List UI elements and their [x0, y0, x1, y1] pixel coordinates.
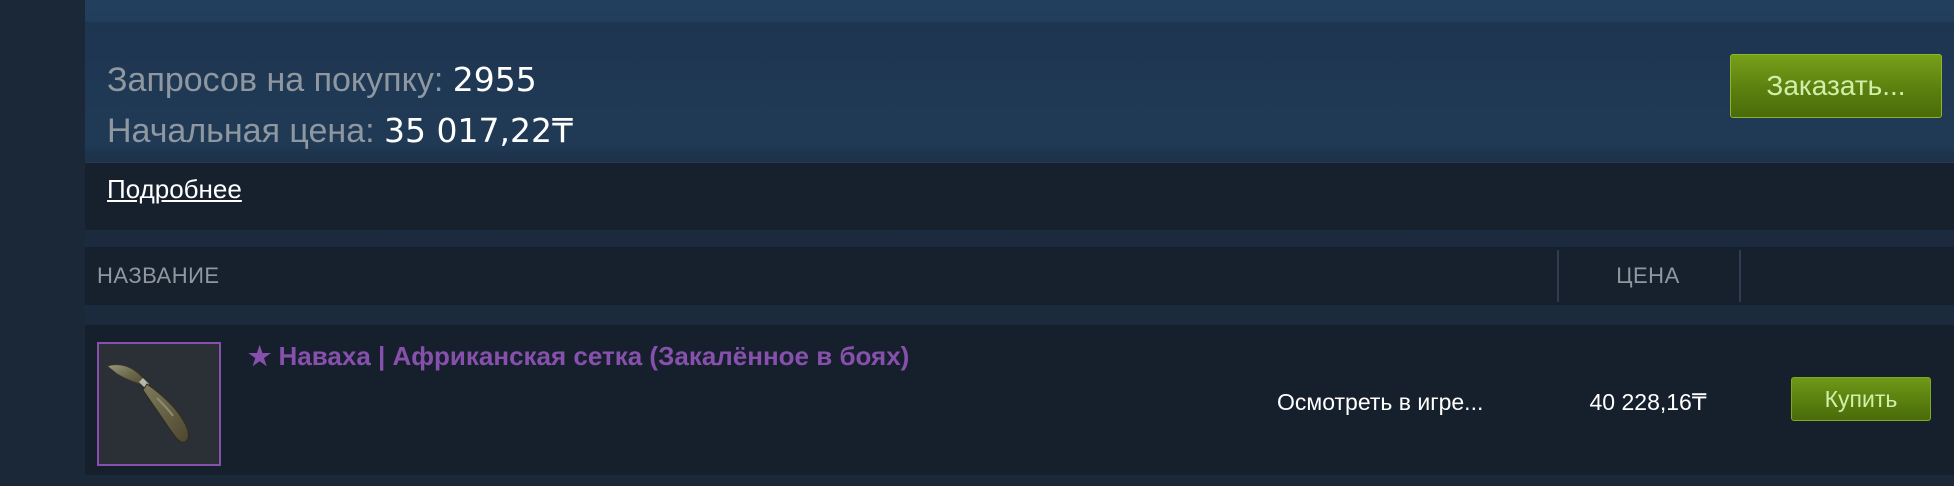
- column-separator: [1739, 250, 1741, 302]
- buy-order-panel: Запросов на покупку: 2955 Начальная цена…: [85, 22, 1954, 230]
- start-price-value: 35 017,22₸: [384, 111, 573, 150]
- inspect-in-game-link[interactable]: Осмотреть в игре...: [1277, 389, 1483, 416]
- buy-requests-count: 2955: [452, 60, 537, 99]
- table-row: ★ Наваха | Африканская сетка (Закалённое…: [85, 325, 1954, 475]
- navaja-knife-icon[interactable]: [97, 342, 221, 466]
- more-details-link[interactable]: Подробнее: [107, 174, 242, 205]
- column-header-name: НАЗВАНИЕ: [97, 263, 220, 288]
- start-price-label: Начальная цена:: [107, 112, 385, 150]
- listing-price: 40 228,16₸: [1589, 389, 1707, 415]
- place-buy-order-button[interactable]: Заказать...: [1730, 54, 1942, 118]
- buy-requests-label: Запросов на покупку:: [107, 61, 453, 99]
- listings-table-header: НАЗВАНИЕ ЦЕНА: [85, 247, 1954, 305]
- start-price-line: Начальная цена: 35 017,22₸: [107, 111, 573, 151]
- buy-order-panel-footer: [85, 163, 1954, 230]
- buy-order-divider: [85, 162, 1954, 163]
- market-page: Запросов на покупку: 2955 Начальная цена…: [0, 0, 1954, 486]
- left-margin: [0, 0, 85, 486]
- buy-button[interactable]: Купить: [1791, 377, 1931, 421]
- buy-requests-line: Запросов на покупку: 2955: [107, 60, 537, 100]
- column-header-price: ЦЕНА: [1616, 263, 1680, 288]
- item-name-link[interactable]: ★ Наваха | Африканская сетка (Закалённое…: [248, 341, 909, 372]
